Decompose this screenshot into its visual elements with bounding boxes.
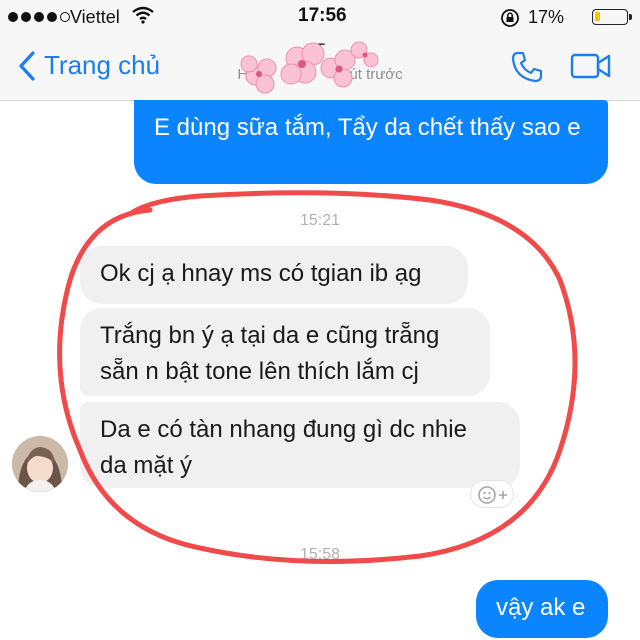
wifi-icon	[132, 6, 154, 29]
flower-sticker-icon	[240, 41, 379, 94]
carrier-name: Viettel	[70, 7, 120, 27]
timestamp: 15:58	[299, 546, 341, 563]
back-label: Trang chủ	[44, 50, 161, 80]
phone-icon[interactable]	[510, 50, 544, 89]
conversation-header: Trang chủ T Hoạt út trước	[0, 36, 640, 101]
incoming-message[interactable]: Da e có tàn nhang đung gì dc nhie da mặt…	[80, 402, 520, 488]
back-button[interactable]: Trang chủ	[18, 50, 160, 81]
rotation-lock-icon	[500, 8, 520, 33]
avatar[interactable]	[12, 436, 68, 492]
clock: 17:56	[298, 5, 347, 26]
incoming-message[interactable]: Trắng bn ý ạ tại da e cũng trẵng sẵn n b…	[80, 308, 490, 396]
add-reaction-button[interactable]	[470, 480, 514, 508]
smile-plus-icon	[478, 486, 507, 504]
outgoing-message[interactable]: vậy ak e	[476, 580, 608, 638]
chevron-left-icon	[19, 50, 35, 81]
video-camera-icon[interactable]	[570, 52, 612, 85]
timestamp: 15:21	[299, 212, 341, 229]
status-bar: Viettel 17:56 17%	[0, 0, 640, 36]
battery-percent: 17%	[528, 7, 565, 27]
incoming-message[interactable]: Ok cj ạ hnay ms có tgian ib ạg	[80, 246, 468, 304]
outgoing-message[interactable]: E dùng sữa tắm, Tẩy da chết thấy sao e	[134, 100, 608, 184]
battery-icon	[592, 9, 632, 25]
signal-strength-icon	[8, 12, 70, 22]
